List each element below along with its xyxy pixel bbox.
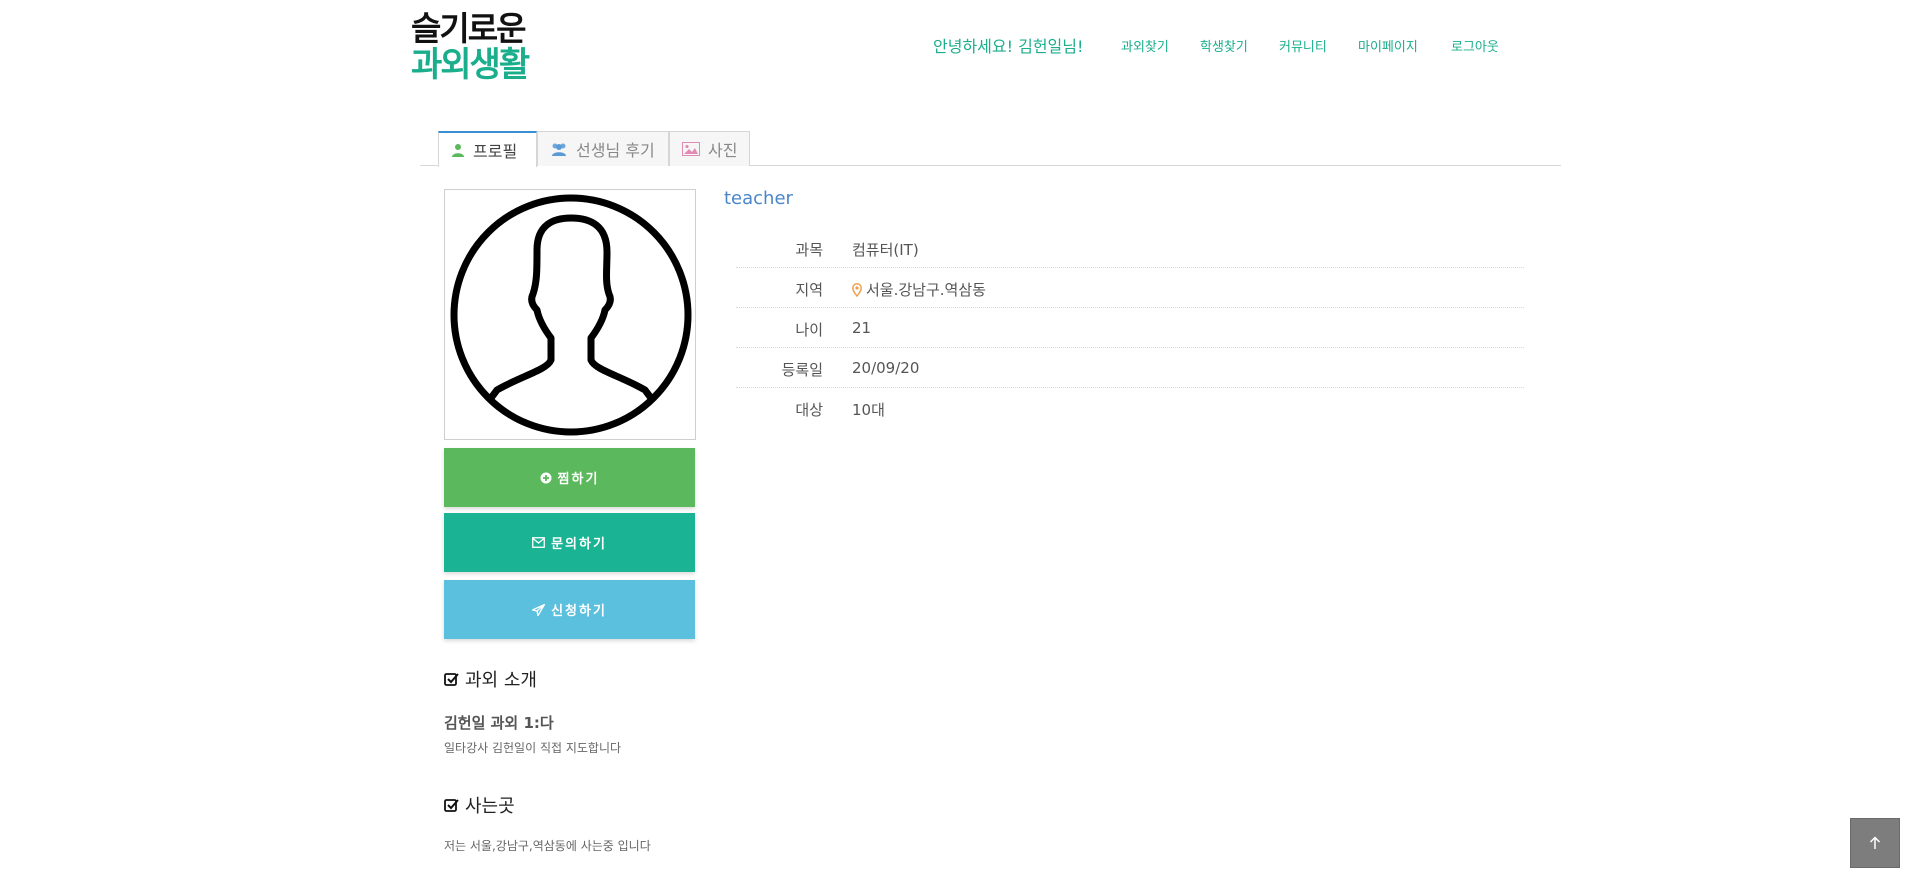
info-row-target: 대상 10대: [736, 388, 1524, 428]
nav-community[interactable]: 커뮤니티: [1279, 36, 1327, 55]
scroll-to-top-button[interactable]: [1850, 818, 1900, 868]
like-button-label: 찜하기: [557, 472, 600, 487]
nav-mypage[interactable]: 마이페이지: [1358, 36, 1418, 55]
intro-headline: 김헌일 과외 1:다: [444, 714, 554, 732]
tab-photos-label: 사진: [708, 141, 738, 160]
info-row-region: 지역 서울.강남구.역삼동: [736, 268, 1524, 308]
info-value: 21: [852, 319, 872, 337]
apply-button[interactable]: 신청하기: [444, 580, 695, 639]
tab-profile[interactable]: 프로필: [438, 131, 537, 167]
image-icon: [682, 142, 700, 156]
info-value: 20/09/20: [852, 359, 920, 377]
like-button[interactable]: 찜하기: [444, 448, 695, 507]
plus-circle-icon: [540, 472, 552, 484]
info-value-wrap: 서울.강남구.역삼동: [852, 279, 986, 300]
info-key: 나이: [795, 321, 823, 339]
profile-role: teacher: [724, 188, 793, 209]
residence-title-text: 사는곳: [465, 796, 515, 817]
paper-plane-icon: [532, 603, 546, 616]
info-value: 10대: [852, 401, 885, 419]
tab-profile-label: 프로필: [473, 142, 518, 161]
nav-find-tutor[interactable]: 과외찾기: [1121, 36, 1169, 55]
intro-title-text: 과외 소개: [465, 670, 537, 691]
info-row-age: 나이 21: [736, 308, 1524, 348]
envelope-icon: [532, 537, 545, 548]
check-square-icon: [444, 798, 459, 813]
greeting-text: 안녕하세요! 김헌일님!: [933, 37, 1084, 56]
intro-section-title: 과외 소개: [444, 666, 537, 692]
arrow-up-icon: [1869, 836, 1881, 850]
info-value: 컴퓨터(IT): [852, 241, 919, 259]
info-row-registered: 등록일 20/09/20: [736, 348, 1524, 388]
user-icon: [451, 143, 465, 157]
nav-logout[interactable]: 로그아웃: [1451, 36, 1499, 55]
inquiry-button-label: 문의하기: [551, 537, 607, 552]
info-key: 과목: [795, 241, 823, 259]
tab-reviews[interactable]: 선생님 후기: [537, 131, 669, 166]
tab-photos[interactable]: 사진: [669, 131, 750, 166]
users-icon: [550, 142, 568, 156]
residence-description: 저는 서울,강남구,역삼동에 사는중 입니다: [444, 839, 651, 853]
info-value: 서울.강남구.역삼동: [866, 281, 986, 299]
nav-find-student[interactable]: 학생찾기: [1200, 36, 1248, 55]
info-row-subject: 과목 컴퓨터(IT): [736, 228, 1524, 268]
info-key: 등록일: [781, 361, 823, 379]
residence-section-title: 사는곳: [444, 792, 515, 818]
avatar-placeholder-icon: [450, 194, 692, 436]
info-key: 지역: [795, 281, 823, 299]
map-marker-icon: [852, 282, 862, 297]
logo-line-1: 슬기로운: [411, 9, 526, 48]
check-square-icon: [444, 672, 459, 687]
site-logo[interactable]: 슬기로운 과외생활: [411, 9, 530, 85]
logo-line-2: 과외생활: [411, 45, 530, 85]
intro-description: 일타강사 김헌일이 직접 지도합니다: [444, 741, 622, 755]
inquiry-button[interactable]: 문의하기: [444, 513, 695, 572]
apply-button-label: 신청하기: [551, 604, 607, 619]
profile-avatar: [444, 189, 696, 440]
tab-reviews-label: 선생님 후기: [576, 141, 655, 160]
info-key: 대상: [795, 401, 823, 419]
